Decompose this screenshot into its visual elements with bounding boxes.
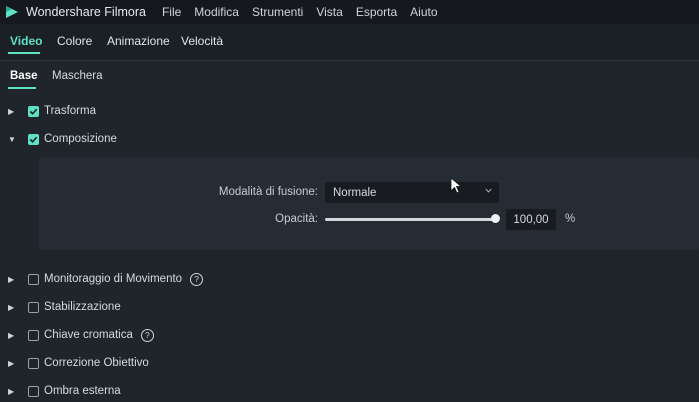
section-chiave-cromatica[interactable]: ▶ Chiave cromatica ? (0, 324, 699, 346)
blend-mode-label: Modalità di fusione: (218, 186, 318, 198)
opacity-slider-handle[interactable] (490, 214, 500, 223)
section-label-composizione: Composizione (44, 133, 117, 145)
section-label-chiave: Chiave cromatica (44, 329, 133, 341)
active-subtab-indicator (8, 87, 36, 89)
menu-vista[interactable]: Vista (316, 5, 342, 19)
menu-strumenti[interactable]: Strumenti (252, 5, 303, 19)
section-trasforma[interactable]: ▶ Trasforma (0, 100, 699, 122)
expand-arrow-icon[interactable]: ▶ (0, 275, 26, 284)
subtab-maschera[interactable]: Maschera (52, 70, 103, 82)
expand-arrow-icon[interactable]: ▶ (0, 303, 26, 312)
checkbox-icon[interactable] (28, 133, 39, 145)
checkbox-icon[interactable] (28, 273, 39, 285)
section-label-ombra: Ombra esterna (44, 385, 121, 397)
checkbox-icon[interactable] (28, 329, 39, 341)
expand-arrow-icon[interactable]: ▶ (0, 107, 26, 116)
filmora-logo-icon (6, 6, 18, 18)
menu-aiuto[interactable]: Aiuto (410, 5, 437, 19)
title-bar: Wondershare Filmora File Modifica Strume… (0, 0, 699, 24)
chevron-down-icon (485, 188, 492, 193)
composition-panel (39, 157, 699, 250)
checkbox-icon[interactable] (28, 301, 39, 313)
help-icon[interactable]: ? (190, 272, 204, 286)
tab-video[interactable]: Video (10, 34, 42, 48)
checkbox-icon[interactable] (28, 357, 39, 369)
section-label-stabilizzazione: Stabilizzazione (44, 301, 121, 313)
section-correzione-obiettivo[interactable]: ▶ Correzione Obiettivo (0, 352, 699, 374)
property-tabs: Video Colore Animazione Velocità (0, 24, 699, 61)
section-stabilizzazione[interactable]: ▶ Stabilizzazione (0, 296, 699, 318)
help-icon[interactable]: ? (140, 328, 154, 342)
tab-colore[interactable]: Colore (57, 34, 92, 48)
tab-animazione[interactable]: Animazione (107, 34, 170, 48)
expand-arrow-icon[interactable]: ▶ (0, 387, 26, 396)
opacity-value-input[interactable]: 100,00 (506, 209, 556, 230)
section-label-monitoraggio: Monitoraggio di Movimento (44, 273, 183, 285)
section-composizione[interactable]: ▼ Composizione (0, 128, 699, 150)
sub-tabs: Base Maschera (0, 61, 699, 95)
blend-mode-value: Normale (333, 186, 377, 199)
menu-modifica[interactable]: Modifica (194, 5, 239, 19)
expand-arrow-icon[interactable]: ▶ (0, 331, 26, 340)
section-monitoraggio[interactable]: ▶ Monitoraggio di Movimento ? (0, 268, 699, 290)
opacity-label: Opacità: (275, 213, 318, 225)
checkbox-icon[interactable] (28, 385, 39, 397)
section-label-correzione: Correzione Obiettivo (44, 357, 149, 369)
tab-velocita[interactable]: Velocità (181, 34, 223, 48)
subtab-base[interactable]: Base (10, 70, 38, 82)
section-label-trasforma: Trasforma (44, 105, 96, 117)
app-title: Wondershare Filmora (26, 5, 146, 19)
opacity-slider[interactable] (325, 218, 497, 221)
checkbox-icon[interactable] (28, 105, 39, 117)
active-tab-indicator (8, 52, 40, 54)
blend-mode-select[interactable]: Normale (325, 182, 499, 203)
collapse-arrow-icon[interactable]: ▼ (0, 135, 26, 144)
menu-file[interactable]: File (162, 5, 181, 19)
menu-esporta[interactable]: Esporta (356, 5, 397, 19)
expand-arrow-icon[interactable]: ▶ (0, 359, 26, 368)
mouse-cursor-icon (450, 177, 462, 194)
opacity-unit: % (565, 213, 576, 225)
section-ombra-esterna[interactable]: ▶ Ombra esterna (0, 380, 699, 402)
